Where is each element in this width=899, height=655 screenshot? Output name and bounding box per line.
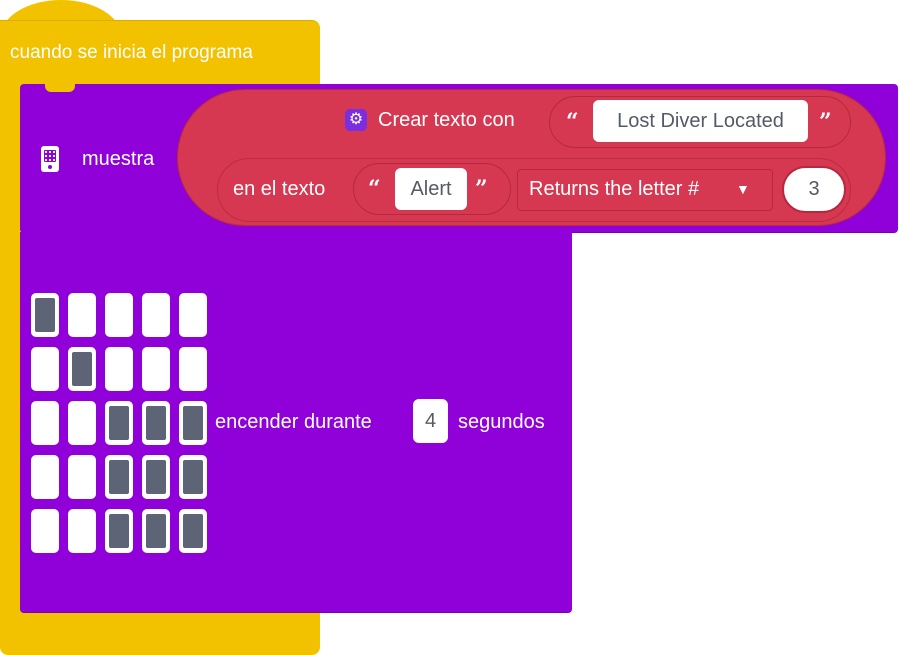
on-start-block-spine bbox=[0, 84, 22, 624]
led-cell-0-1[interactable] bbox=[68, 293, 96, 337]
led-cell-4-3[interactable] bbox=[142, 509, 170, 553]
duration-input[interactable]: 4 bbox=[413, 399, 448, 443]
led-cell-1-1[interactable] bbox=[68, 347, 96, 391]
led-cell-4-1[interactable] bbox=[68, 509, 96, 553]
led-cell-2-0[interactable] bbox=[31, 401, 59, 445]
letter-index-input[interactable]: 3 bbox=[782, 166, 846, 213]
gear-icon[interactable]: ⚙ bbox=[345, 109, 367, 131]
on-start-block-foot bbox=[0, 612, 320, 655]
led-cell-3-2[interactable] bbox=[105, 455, 133, 499]
led-cell-1-2[interactable] bbox=[105, 347, 133, 391]
led-cell-3-3[interactable] bbox=[142, 455, 170, 499]
on-start-label: cuando se inicia el programa bbox=[10, 42, 253, 63]
led-cell-2-3[interactable] bbox=[142, 401, 170, 445]
led-cell-0-2[interactable] bbox=[105, 293, 133, 337]
plot-leds-label: encender durante bbox=[215, 411, 372, 433]
char-at-label: en el texto bbox=[233, 178, 326, 200]
led-grid[interactable] bbox=[31, 293, 207, 553]
led-cell-3-4[interactable] bbox=[179, 455, 207, 499]
microbit-icon bbox=[41, 146, 59, 172]
led-cell-3-0[interactable] bbox=[31, 455, 59, 499]
led-cell-4-0[interactable] bbox=[31, 509, 59, 553]
led-cell-4-4[interactable] bbox=[179, 509, 207, 553]
led-cell-4-2[interactable] bbox=[105, 509, 133, 553]
join-text-label: Crear texto con bbox=[378, 109, 515, 131]
led-cell-2-4[interactable] bbox=[179, 401, 207, 445]
led-cell-0-0[interactable] bbox=[31, 293, 59, 337]
led-cell-1-4[interactable] bbox=[179, 347, 207, 391]
close-quote-icon: ” bbox=[819, 109, 832, 135]
led-cell-2-1[interactable] bbox=[68, 401, 96, 445]
led-cell-3-1[interactable] bbox=[68, 455, 96, 499]
led-cell-1-3[interactable] bbox=[142, 347, 170, 391]
string-input-alert[interactable]: Alert bbox=[395, 168, 467, 210]
duration-unit-label: segundos bbox=[458, 411, 545, 433]
open-quote-icon: “ bbox=[566, 109, 579, 135]
block-notch bbox=[45, 232, 75, 240]
led-cell-2-2[interactable] bbox=[105, 401, 133, 445]
led-cell-0-4[interactable] bbox=[179, 293, 207, 337]
chevron-down-icon[interactable]: ▼ bbox=[736, 180, 750, 198]
open-quote-icon: “ bbox=[368, 176, 381, 202]
close-quote-icon: ” bbox=[475, 176, 488, 202]
letter-mode-dropdown-label: Returns the letter # bbox=[529, 178, 700, 200]
block-notch bbox=[45, 84, 75, 92]
led-cell-0-3[interactable] bbox=[142, 293, 170, 337]
string-input-lost-diver[interactable]: Lost Diver Located bbox=[593, 100, 808, 142]
led-cell-1-0[interactable] bbox=[31, 347, 59, 391]
show-string-label: muestra bbox=[82, 148, 155, 170]
